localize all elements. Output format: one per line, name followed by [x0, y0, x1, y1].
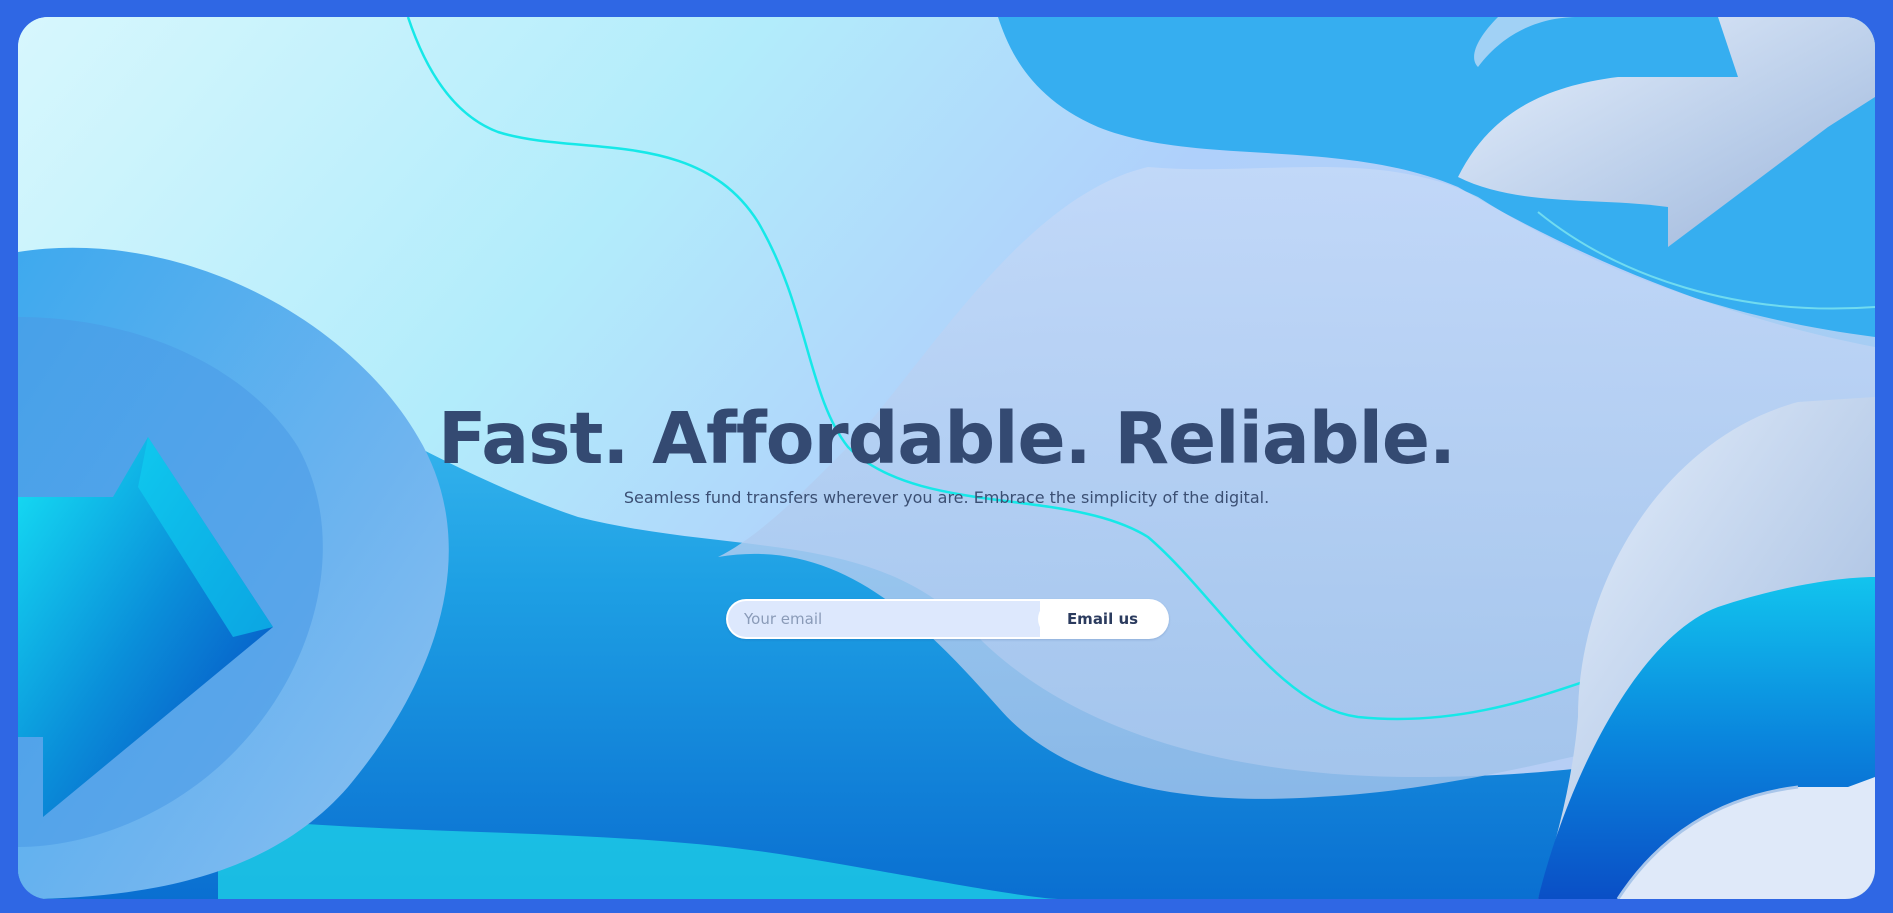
- hero-headline: Fast. Affordable. Reliable.: [437, 397, 1456, 480]
- email-input[interactable]: [728, 601, 1040, 637]
- email-signup-form: Email us: [726, 599, 1169, 639]
- email-us-button[interactable]: Email us: [1038, 601, 1167, 637]
- hero-section: Fast. Affordable. Reliable. Seamless fun…: [18, 17, 1875, 899]
- hero-subheadline: Seamless fund transfers wherever you are…: [623, 488, 1270, 507]
- hero-frame: Fast. Affordable. Reliable. Seamless fun…: [18, 17, 1875, 899]
